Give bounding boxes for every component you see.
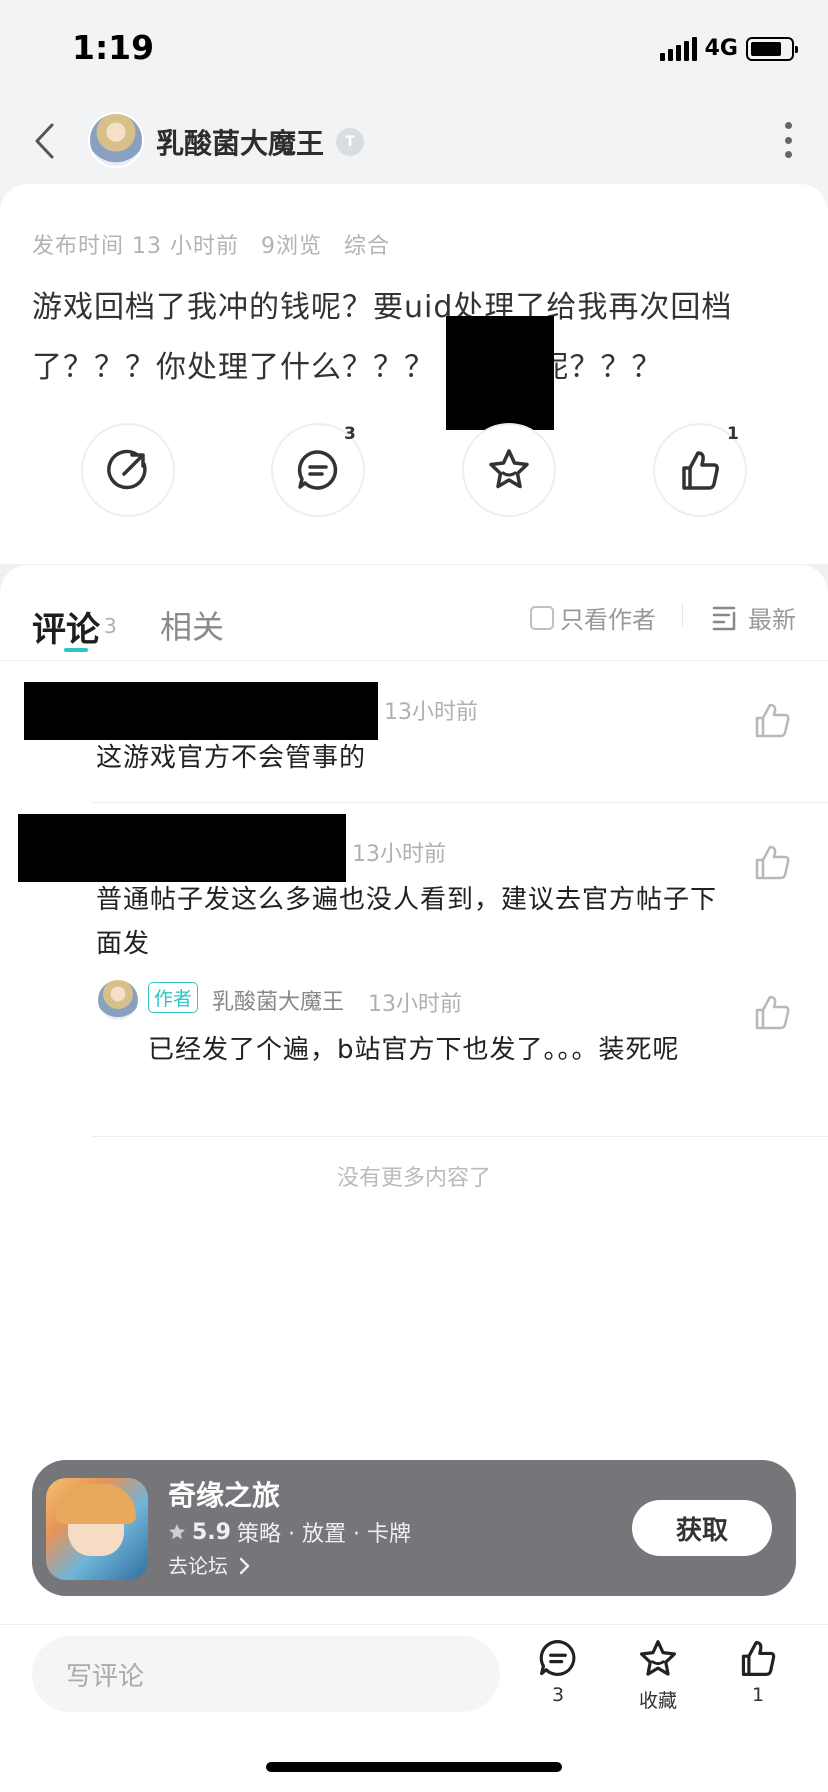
- back-button[interactable]: [26, 116, 62, 166]
- like-count: 1: [727, 424, 739, 444]
- sort-icon: [712, 606, 736, 630]
- divider: [92, 802, 828, 803]
- status-time: 1:19: [72, 28, 155, 67]
- thumbs-up-icon: [741, 1640, 776, 1676]
- more-options-button[interactable]: [782, 122, 794, 158]
- game-title[interactable]: 奇缘之旅: [168, 1474, 280, 1514]
- favorite-button[interactable]: [462, 423, 556, 517]
- network-type: 4G: [704, 36, 738, 61]
- reply-time: 13小时前: [368, 992, 462, 1017]
- status-indicators: 4G: [659, 36, 798, 61]
- author-only-label: 只看作者: [560, 606, 656, 634]
- comment-count: 3: [344, 424, 356, 444]
- level-badge: T: [336, 128, 364, 156]
- bottom-like-button[interactable]: 1: [718, 1638, 798, 1706]
- thumbs-up-icon[interactable]: [752, 842, 792, 882]
- bottom-comment-count: 3: [551, 1684, 565, 1706]
- comment-time: 13小时前: [352, 842, 446, 867]
- comment-time: 13小时前: [384, 700, 478, 725]
- chevron-left-icon: [35, 123, 54, 159]
- filter-divider: [682, 604, 683, 626]
- tab-related[interactable]: 相关: [160, 602, 224, 648]
- share-button[interactable]: [81, 423, 175, 517]
- thumbs-up-icon[interactable]: [752, 992, 792, 1032]
- thumbs-up-icon: [682, 451, 719, 490]
- star-icon: [639, 1640, 677, 1676]
- author-avatar[interactable]: [88, 112, 144, 168]
- home-indicator: [266, 1762, 562, 1772]
- comment-icon: [297, 450, 338, 490]
- redacted-commenter: [24, 682, 378, 740]
- chevron-right-icon: [240, 1557, 250, 1575]
- forum-link[interactable]: 去论坛: [168, 1550, 250, 1579]
- bottom-favorite-button[interactable]: 收藏: [618, 1638, 698, 1713]
- bottom-favorite-label: 收藏: [638, 1690, 677, 1712]
- star-icon: [169, 1524, 185, 1540]
- tab-comments[interactable]: 评论: [32, 602, 100, 651]
- comment-text: 这游戏官方不会管事的: [96, 743, 367, 773]
- comment-text: 普通帖子发这么多遍也没人看到，建议去官方帖子下面发: [96, 885, 718, 959]
- bottom-comment-button[interactable]: 3: [518, 1638, 598, 1706]
- post-actions: 3 1: [0, 420, 828, 520]
- comment-input[interactable]: 写评论: [32, 1636, 500, 1712]
- active-tab-indicator: [64, 648, 88, 652]
- redacted-block: [446, 316, 554, 430]
- post-meta: 发布时间 13 小时前 9浏览 综合: [32, 228, 404, 260]
- signal-icon: [659, 36, 697, 61]
- author-only-filter[interactable]: 只看作者: [530, 600, 656, 635]
- author-only-checkbox[interactable]: [530, 605, 554, 630]
- redacted-commenter: [18, 814, 346, 882]
- bottom-like-count: 1: [751, 1684, 765, 1706]
- no-more-content: 没有更多内容了: [336, 1166, 491, 1191]
- thumbs-up-icon[interactable]: [752, 700, 792, 740]
- post-body: 游戏回档了我冲的钱呢？要uid处理了给我再次回档了？？？你处理了什么？？？ 我的…: [32, 290, 733, 385]
- tab-comments-count: 3: [104, 614, 117, 638]
- author-tag: 作者: [148, 982, 199, 1013]
- game-rating: 5.9: [192, 1519, 231, 1545]
- publish-time: 发布时间 13 小时前: [32, 234, 239, 259]
- post-category: 综合: [343, 234, 390, 259]
- game-meta: 5.9 策略 · 放置 · 卡牌: [168, 1516, 411, 1548]
- view-count: 9浏览: [260, 234, 322, 259]
- game-icon[interactable]: [46, 1478, 148, 1580]
- sort-button[interactable]: 最新: [712, 600, 796, 635]
- reply-author-name[interactable]: 乳酸菌大魔王: [212, 984, 344, 1016]
- divider: [0, 660, 828, 661]
- battery-icon: [746, 36, 798, 61]
- reply-avatar[interactable]: [98, 980, 138, 1020]
- comment-icon: [539, 1640, 576, 1676]
- game-tags: 策略 · 放置 · 卡牌: [236, 1522, 411, 1547]
- author-name[interactable]: 乳酸菌大魔王: [156, 122, 324, 162]
- share-icon: [107, 449, 147, 490]
- forum-link-label: 去论坛: [168, 1554, 228, 1578]
- divider: [92, 1136, 828, 1137]
- sort-label: 最新: [748, 606, 796, 634]
- star-icon: [489, 449, 529, 489]
- get-game-button[interactable]: 获取: [632, 1500, 772, 1556]
- reply-text: 已经发了个遍，b站官方下也发了。。。装死呢: [148, 1035, 680, 1065]
